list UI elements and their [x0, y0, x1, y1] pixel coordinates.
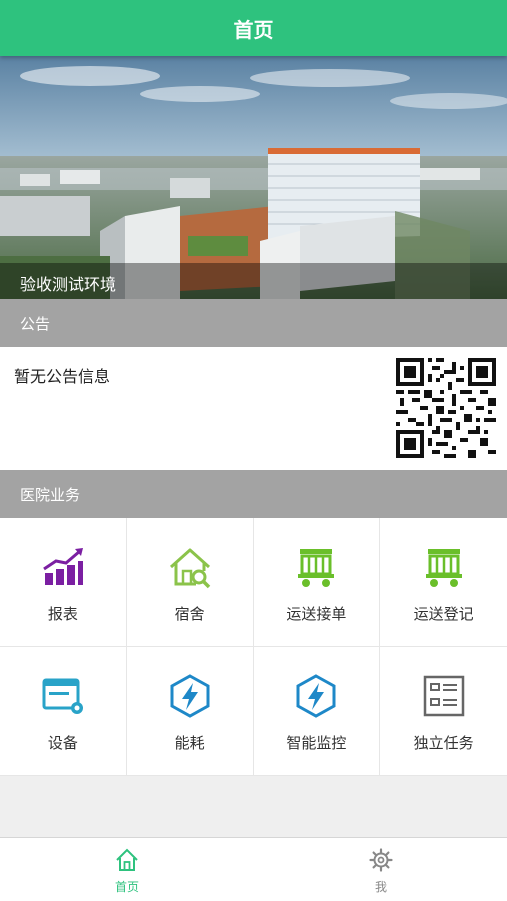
- services-section-title: 医院业务: [20, 486, 81, 504]
- cart-icon: [425, 549, 462, 587]
- home-icon: [116, 848, 138, 871]
- device-window-icon: [42, 678, 83, 714]
- service-dormitory[interactable]: 宿舍: [126, 518, 254, 647]
- service-independent-task[interactable]: 独立任务: [380, 647, 507, 776]
- services-section-header: 医院业务: [0, 470, 507, 518]
- banner-caption: 验收测试环境: [0, 263, 507, 299]
- tab-home-label: 首页: [114, 880, 139, 894]
- banner-caption-text: 验收测试环境: [20, 275, 117, 294]
- notice-section-header: 公告: [0, 299, 507, 347]
- service-smart-monitoring[interactable]: 智能监控: [253, 647, 381, 776]
- energy-bolt-icon: [170, 674, 210, 718]
- task-list-icon: [423, 675, 464, 717]
- service-label: 运送接单: [286, 605, 347, 623]
- page-title: 首页: [233, 17, 274, 42]
- energy-bolt-icon: [296, 674, 336, 718]
- notice-section-title: 公告: [20, 315, 51, 333]
- service-label: 智能监控: [286, 734, 347, 752]
- services-grid: 报表 宿舍 运送接单 运送登记 设备 能耗 智能监控 独立任务: [0, 518, 507, 776]
- service-label: 宿舍: [174, 605, 205, 623]
- banner-image[interactable]: 验收测试环境: [0, 56, 507, 299]
- notice-text: 暂无公告信息: [14, 367, 111, 386]
- tab-me[interactable]: 我: [254, 838, 507, 901]
- app-header: 首页: [0, 0, 507, 56]
- cart-icon: [298, 549, 335, 587]
- service-label: 报表: [47, 605, 78, 623]
- qr-code-icon: [396, 358, 496, 458]
- tab-me-label: 我: [374, 880, 387, 894]
- service-transport-accept[interactable]: 运送接单: [253, 518, 381, 647]
- service-transport-register[interactable]: 运送登记: [380, 518, 507, 647]
- service-label: 设备: [47, 734, 78, 752]
- house-wrench-icon: [169, 548, 210, 589]
- service-report[interactable]: 报表: [0, 518, 127, 647]
- bar-chart-icon: [43, 548, 83, 585]
- service-label: 能耗: [174, 734, 205, 752]
- service-equipment[interactable]: 设备: [0, 647, 127, 776]
- notice-panel: 暂无公告信息: [0, 347, 507, 470]
- tab-home[interactable]: 首页: [0, 838, 254, 901]
- service-label: 独立任务: [413, 734, 474, 752]
- service-energy[interactable]: 能耗: [126, 647, 254, 776]
- gear-icon: [369, 848, 393, 872]
- service-label: 运送登记: [413, 605, 474, 623]
- bottom-tab-bar: 首页 我: [0, 837, 507, 901]
